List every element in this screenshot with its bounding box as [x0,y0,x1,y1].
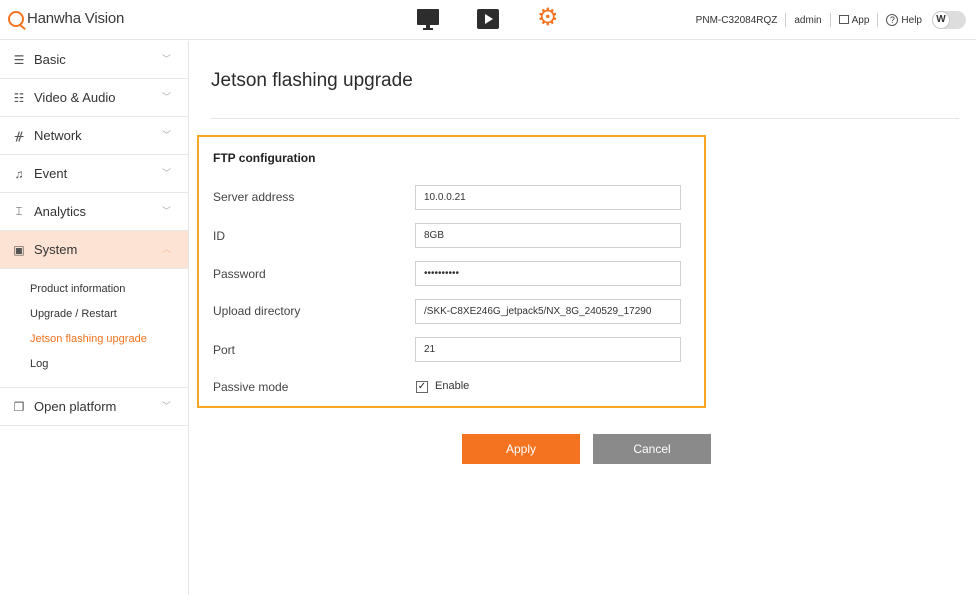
logo-text: Hanwha Vision [27,10,125,27]
sidebar: ☰ Basic ﹀ ☷ Video & Audio ﹀ ᚌ Network ﹀ … [0,41,189,595]
chevron-down-icon: ﹀ [161,168,171,178]
password-input[interactable]: •••••••••• [415,261,681,286]
network-icon: ᚌ [14,128,24,143]
id-input[interactable]: 8GB [415,223,681,248]
chevron-down-icon: ﹀ [161,54,171,64]
sidebar-item-open-platform[interactable]: ❐ Open platform ﹀ [0,388,188,426]
list-icon: ☰ [13,52,25,67]
cancel-button[interactable]: Cancel [593,434,711,464]
chevron-down-icon: ﹀ [161,401,171,411]
logo-mark-icon [8,10,24,27]
sidebar-item-event[interactable]: ♫ Event ﹀ [0,155,188,193]
wisenet-toggle[interactable]: W [932,11,966,29]
analytics-icon: ⌶ [15,204,23,218]
hanwha-logo[interactable]: Hanwha Vision [8,10,124,27]
sidebar-item-analytics[interactable]: ⌶ Analytics ﹀ [0,193,188,231]
chevron-down-icon: ﹀ [161,92,171,102]
open-platform-icon: ❐ [13,399,25,414]
sidebar-item-basic[interactable]: ☰ Basic ﹀ [0,41,188,79]
monitor-icon[interactable] [417,9,439,31]
submenu-item-upgrade-restart[interactable]: Upgrade / Restart [30,302,188,327]
chevron-down-icon: ﹀ [161,206,171,216]
apply-button[interactable]: Apply [462,434,580,464]
enable-label[interactable]: Enable [435,380,469,392]
app-link[interactable]: App [838,14,869,26]
system-icon: ▣ [13,242,25,257]
page-title: Jetson flashing upgrade [211,70,413,91]
sidebar-item-network[interactable]: ᚌ Network ﹀ [0,117,188,155]
sidebar-item-video-audio[interactable]: ☷ Video & Audio ﹀ [0,79,188,117]
divider [785,13,787,27]
port-label: Port [213,343,236,357]
help-link[interactable]: ? Help [886,14,922,26]
play-icon[interactable] [477,9,499,29]
upload-directory-input[interactable]: /SKK-C8XE246G_jetpack5/NX_8G_240529_1729… [415,299,681,324]
password-label: Password [213,267,266,281]
bell-icon: ♫ [14,166,24,181]
divider [829,13,831,27]
divider [877,13,879,27]
port-input[interactable]: 21 [415,337,681,362]
gear-icon[interactable]: ⚙ [537,6,559,30]
server-address-input[interactable]: 10.0.0.21 [415,185,681,210]
app-icon [838,14,849,24]
server-address-label: Server address [213,190,295,204]
top-header: Hanwha Vision ⚙ PNM-C32084RQZ admin App … [0,0,976,40]
submenu-item-product-information[interactable]: Product information [30,277,188,302]
help-icon: ? [886,14,899,26]
chevron-down-icon: ﹀ [161,130,171,140]
device-name: PNM-C32084RQZ [695,14,778,26]
submenu-item-jetson-flashing-upgrade[interactable]: Jetson flashing upgrade [30,327,188,352]
divider [211,118,959,119]
sliders-icon: ☷ [13,90,25,105]
chevron-up-icon: ︿ [161,244,171,254]
passive-mode-checkbox[interactable]: ✓ [416,381,428,393]
ftp-configuration-panel: FTP configuration Server address 10.0.0.… [197,135,706,408]
id-label: ID [213,229,225,243]
section-title: FTP configuration [213,151,316,165]
upload-directory-label: Upload directory [213,304,301,318]
header-right: PNM-C32084RQZ admin App ? Help W [696,10,966,30]
user-menu[interactable]: admin [794,15,821,26]
passive-mode-label: Passive mode [213,380,289,394]
sidebar-item-system[interactable]: ▣ System ︿ [0,231,188,269]
submenu-item-log[interactable]: Log [30,352,188,377]
system-submenu: Product information Upgrade / Restart Je… [0,269,188,388]
